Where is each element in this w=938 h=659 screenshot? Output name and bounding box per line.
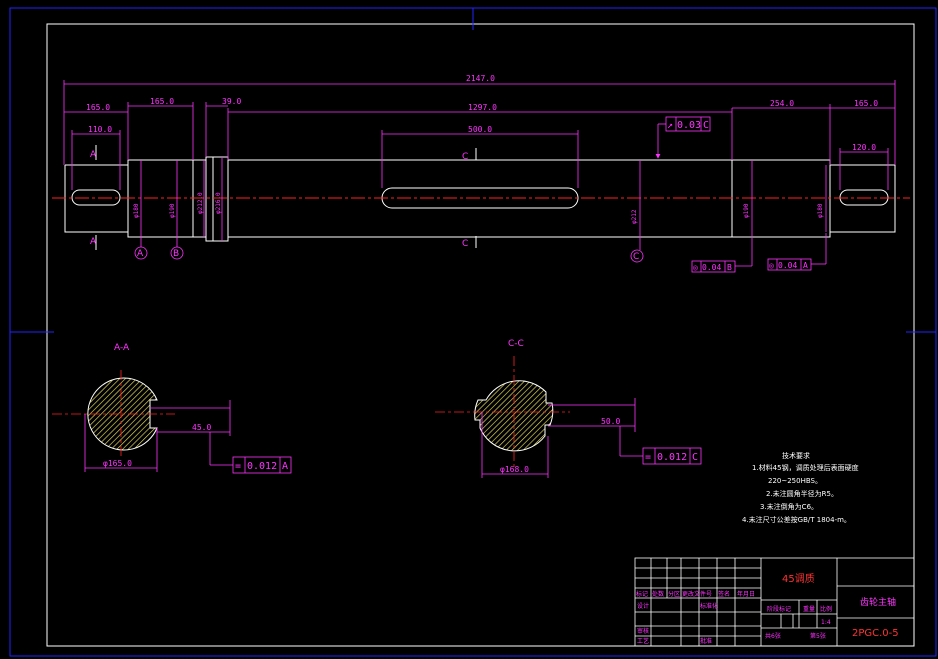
notes-line-1: 1.材料45钢，调质处理后表面硬度 [752, 463, 859, 472]
tb-scale: 比例 [820, 605, 832, 613]
section-a-top-mark: A [90, 150, 97, 160]
tb-standardize: 标准化 [700, 602, 718, 610]
tol-bottom-mid-value: 0.04 [702, 263, 721, 272]
tol-top-value: 0.03 [677, 120, 701, 131]
section-a-diameter: φ165.0 [103, 459, 132, 468]
dim-overall: 2147.0 [466, 74, 495, 83]
tb-part-name: 齿轮主轴 [860, 596, 896, 608]
frame-center-marks [10, 8, 936, 333]
tol-bottom-right-value: 0.04 [778, 261, 797, 270]
section-a-view: A-A φ165.0 45.0 [52, 343, 231, 472]
section-c-diameter: φ168.0 [500, 465, 529, 474]
tb-drawing-no: 2PGC.0-5 [852, 628, 899, 639]
tb-stage-mark: 阶段标记 [767, 605, 791, 613]
tol-bottom-mid-symbol: ◎ [693, 263, 698, 272]
notes-heading: 技术要求 [782, 451, 810, 460]
tb-role-design: 设计 [637, 602, 649, 610]
section-c-title: C-C [508, 339, 524, 349]
tol-section-c-symbol: = [645, 452, 651, 463]
dim-d5: φ212 [631, 209, 638, 224]
tolerance-frame-bottom-right: ◎ 0.04 A [767, 233, 827, 271]
tolerance-frame-section-c: = 0.012 C [619, 426, 702, 465]
tb-header-zone: 分区 [668, 590, 680, 598]
tb-role-review: 审核 [637, 627, 649, 635]
section-a-bottom-mark: A [90, 237, 97, 247]
dim-d7: φ180 [817, 203, 824, 218]
dim-collar: 39.0 [222, 97, 241, 106]
inner-frame [46, 23, 915, 647]
tb-weight: 重量 [803, 605, 815, 613]
tol-bottom-right-datum: A [803, 261, 808, 270]
section-c-bottom-mark: C [462, 239, 468, 249]
tol-top-datum: C [703, 120, 709, 131]
dim-keyway-right: 120.0 [852, 143, 876, 152]
datum-c: C [633, 252, 639, 262]
dim-d3: φ212.0 [197, 192, 204, 214]
dim-middle: 1297.0 [468, 103, 497, 112]
dim-d4: φ216.0 [215, 192, 222, 214]
tolerance-frame-section-a: = 0.012 A [209, 432, 292, 474]
tol-section-a-symbol: = [235, 461, 241, 472]
tolerance-frame-bottom-mid: ◎ 0.04 B [691, 238, 753, 273]
tol-section-c-datum: C [692, 452, 698, 463]
notes-line-5: 4.未注尺寸公差按GB/T 1804-m。 [742, 515, 851, 524]
dim-right-end: 165.0 [854, 99, 878, 108]
tolerance-frame-top: ↗ 0.03 C [655, 116, 711, 159]
dim-d2: φ190 [169, 203, 176, 218]
technical-notes: 技术要求 1.材料45钢，调质处理后表面硬度 220~250HBS。 2.未注圆… [742, 451, 859, 524]
notes-line-3: 2.未注圆角半径为R5。 [766, 489, 838, 498]
shaft-outline [64, 156, 896, 242]
tb-scale-value: 1:4 [821, 619, 831, 626]
tol-bottom-mid-datum: B [727, 263, 732, 272]
notes-line-4: 3.未注倒角为C6。 [760, 502, 818, 511]
notes-line-2: 220~250HBS。 [768, 477, 822, 485]
dim-d6: φ190 [743, 203, 750, 218]
dim-left-journal: 165.0 [150, 97, 174, 106]
section-c-depth: 50.0 [601, 417, 620, 426]
tb-header-mark: 标记 [636, 590, 648, 598]
diameter-dimension-lines [140, 157, 827, 241]
tb-approve: 批准 [700, 637, 712, 645]
tb-sheets-total: 共6张 [765, 632, 781, 640]
section-a-title: A-A [114, 343, 130, 353]
section-c-top-mark: C [462, 152, 468, 162]
tol-section-c-value: 0.012 [657, 452, 687, 463]
tol-top-symbol: ↗ [667, 120, 673, 131]
tb-header-count: 处数 [652, 590, 664, 598]
tb-role-process: 工艺 [637, 637, 649, 645]
cad-drawing: A A C C 2147.0 165.0 165.0 39.0 1297.0 2… [9, 7, 937, 657]
tol-bottom-right-symbol: ◎ [769, 261, 774, 270]
section-a-depth: 45.0 [192, 423, 211, 432]
tb-header-date: 年月日 [737, 590, 755, 598]
datum-b: B [173, 249, 179, 259]
horizontal-dimensions [63, 80, 896, 190]
dim-right-journal: 254.0 [770, 99, 794, 108]
tb-header-change: 更改文件号 [682, 590, 712, 598]
datum-a: A [137, 249, 144, 259]
tol-section-a-value: 0.012 [247, 461, 277, 472]
tb-material: 45调质 [782, 573, 815, 585]
dim-keyway-left: 110.0 [88, 125, 112, 134]
tol-section-a-datum: A [282, 461, 288, 472]
dim-d1: φ180 [133, 203, 140, 218]
dim-left-end: 165.0 [86, 103, 110, 112]
tb-sheet-no: 第5张 [810, 632, 826, 640]
section-c-view: C-C φ168.0 50.0 [435, 339, 636, 478]
dim-keyway-mid: 500.0 [468, 125, 492, 134]
tb-header-sign: 签名 [718, 590, 730, 598]
